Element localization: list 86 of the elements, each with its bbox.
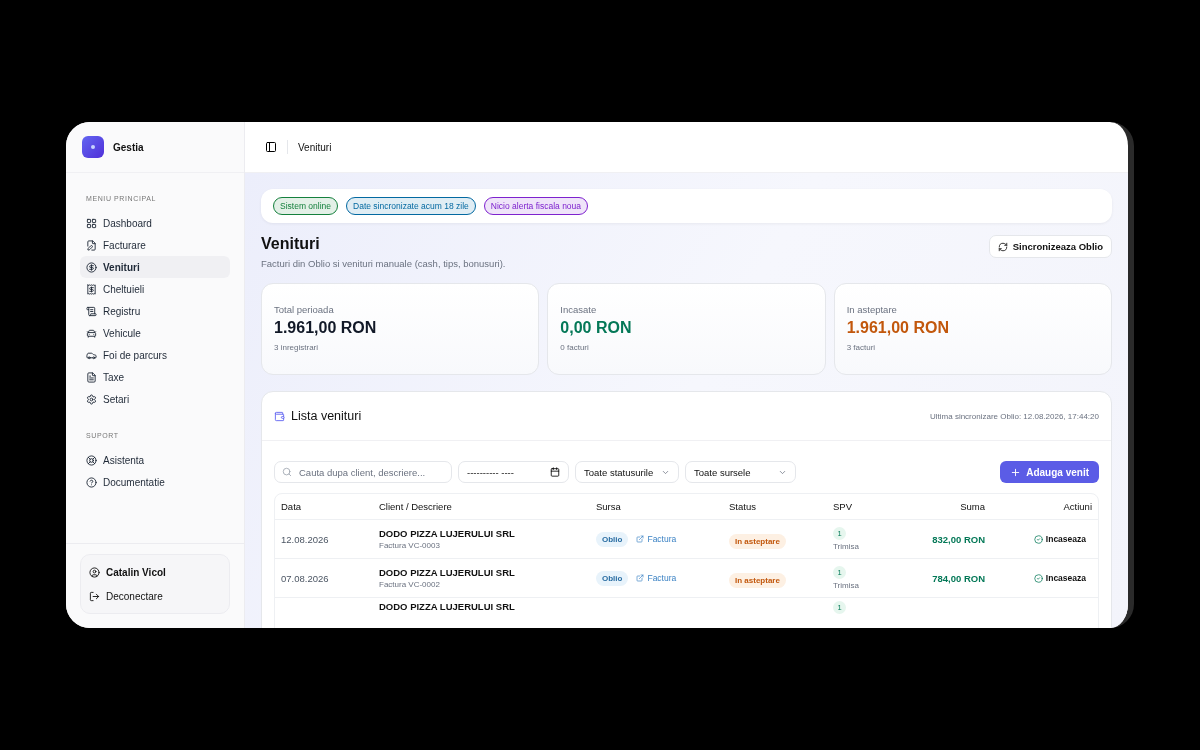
add-income-button[interactable]: Adauga venit xyxy=(1000,461,1099,483)
search-field[interactable]: Cauta dupa client, descriere... xyxy=(274,461,452,483)
app-name: Gestia xyxy=(113,141,144,153)
source-tag: Oblio xyxy=(596,570,629,586)
collect-button[interactable]: Incaseaza xyxy=(1033,573,1092,583)
client-name: DODO PIZZA LUJERULUI SRL xyxy=(379,567,515,578)
stat-value: 0,00 RON xyxy=(560,319,633,337)
stat-label: Total perioada xyxy=(274,304,335,315)
wallet-icon xyxy=(274,410,285,422)
user-name[interactable]: Catalin Vicol xyxy=(89,561,221,583)
receipt-icon xyxy=(86,283,97,295)
stat-value: 1.961,00 RON xyxy=(846,319,950,337)
scroll-icon xyxy=(86,305,97,317)
stat-note: 3 facturi xyxy=(846,343,877,352)
card-title: Lista venituri xyxy=(291,409,362,423)
column-header: Sursa xyxy=(596,501,622,512)
help-icon xyxy=(86,476,97,488)
sidebar-item[interactable]: Venituri xyxy=(80,256,230,278)
stat-label: In asteptare xyxy=(846,304,898,315)
invoice-link[interactable]: Factura xyxy=(636,534,677,544)
date-cell-text: 07.08.2026 xyxy=(281,572,330,584)
page-title: Venituri xyxy=(261,235,321,253)
client-name: DODO PIZZA LUJERULUI SRL xyxy=(379,528,515,539)
status-pill: Nicio alerta fiscala noua xyxy=(483,197,589,215)
column-header: Client / Descriere xyxy=(379,501,453,512)
check-circle-icon xyxy=(1033,534,1043,544)
last-sync-text: Ultima sincronizare Oblio: 12.08.2026, 17:44:20 xyxy=(930,411,1099,421)
sidebar-item[interactable]: Asistenta xyxy=(80,449,230,471)
dollar-circle-icon xyxy=(86,261,97,273)
date-field[interactable]: ---------- ---- xyxy=(458,461,569,483)
invoice-description: Factura VC-0002 xyxy=(379,580,440,589)
sidebar-item[interactable]: Documentatie xyxy=(80,471,230,493)
logout-icon xyxy=(89,590,100,602)
user-icon xyxy=(89,566,100,578)
collect-button[interactable]: Incaseaza xyxy=(1033,534,1092,544)
amount-cell-text: 832,00 RON xyxy=(931,533,985,545)
app-logo-icon xyxy=(82,136,104,158)
calendar-icon xyxy=(550,467,560,477)
stat-note: 0 facturi xyxy=(560,343,590,352)
date-cell-text: 12.08.2026 xyxy=(281,533,330,545)
sidebar-item[interactable]: Cheltuieli xyxy=(80,278,230,300)
settings-icon xyxy=(86,393,97,405)
status-tag: In asteptare xyxy=(729,534,786,549)
status-pill: Sistem online xyxy=(273,197,339,215)
search-icon xyxy=(282,467,292,477)
sidebar-toggle-icon[interactable] xyxy=(265,141,277,153)
sidebar-item[interactable]: Foi de parcurs xyxy=(80,344,230,366)
amount-cell-text: 784,00 RON xyxy=(931,572,985,584)
source-tag: Oblio xyxy=(596,531,629,547)
sidebar-item[interactable]: Registru xyxy=(80,300,230,322)
sidebar-item[interactable]: Taxe xyxy=(80,366,230,388)
car-icon xyxy=(86,327,97,339)
file-edit-icon xyxy=(86,239,97,251)
logout-link[interactable]: Deconectare xyxy=(89,585,221,607)
sidebar-item[interactable]: Dashboard xyxy=(80,212,230,234)
stat-value: 1.961,00 RON xyxy=(274,319,378,337)
column-header: Actiuni xyxy=(1062,501,1092,512)
sidebar-item[interactable]: Vehicule xyxy=(80,322,230,344)
status-pill: Date sincronizate acum 18 zile xyxy=(346,197,476,215)
stat-label: Incasate xyxy=(560,304,598,315)
invoice-link[interactable]: Factura xyxy=(636,573,677,583)
lifebuoy-icon xyxy=(86,454,97,466)
invoice-description: Factura VC-0003 xyxy=(379,541,440,550)
page-subtitle: Facturi din Oblio si venituri manuale (cash, tips, bonusuri). xyxy=(261,258,506,269)
column-header: Suma xyxy=(959,501,985,512)
stat-note: 3 inregistrari xyxy=(274,343,319,352)
document-icon xyxy=(86,371,97,383)
spv-status: Trimisa xyxy=(833,542,859,551)
grid-icon xyxy=(86,217,97,229)
filter-dropdown[interactable]: Toate sursele xyxy=(685,461,796,483)
filter-dropdown[interactable]: Toate statusurile xyxy=(575,461,679,483)
sidebar-item[interactable]: Setari xyxy=(80,388,230,410)
status-tag: In asteptare xyxy=(729,573,786,588)
sidebar-item[interactable]: Facturare xyxy=(80,234,230,256)
external-link-icon xyxy=(636,535,645,543)
breadcrumb: Venituri xyxy=(298,141,332,153)
column-header: SPV xyxy=(833,501,853,512)
refresh-icon xyxy=(997,241,1008,252)
spv-status: Trimisa xyxy=(833,581,859,590)
sync-button[interactable]: Sincronizeaza Oblio xyxy=(988,235,1112,258)
external-link-icon xyxy=(636,574,645,582)
plus-icon xyxy=(1010,466,1022,478)
client-name: DODO PIZZA LUJERULUI SRL xyxy=(379,601,515,612)
check-circle-icon xyxy=(1033,573,1043,583)
column-header: Status xyxy=(729,501,757,512)
column-header: Data xyxy=(281,501,303,512)
